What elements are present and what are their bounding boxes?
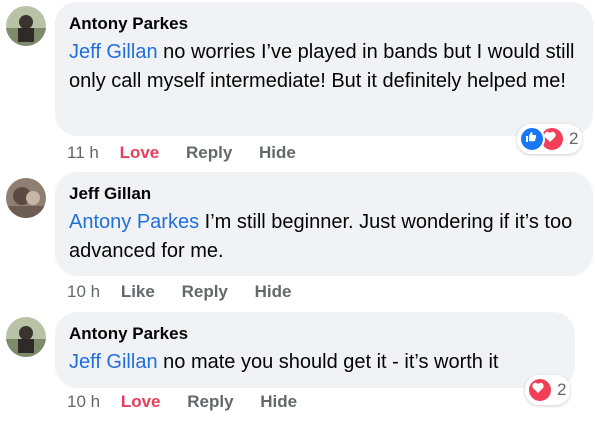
reaction-count: 2 xyxy=(557,380,567,399)
reaction-summary[interactable]: 2 xyxy=(525,375,571,405)
comment-body: no mate you should get it - it’s worth i… xyxy=(157,351,499,373)
comment-bubble: Jeff Gillan Antony Parkes I’m still begi… xyxy=(55,172,593,276)
reply-button[interactable]: Reply xyxy=(186,143,232,162)
mention-link[interactable]: Antony Parkes xyxy=(69,211,199,233)
reply-button[interactable]: Reply xyxy=(187,392,233,411)
comment-text: Jeff Gillan no worries I’ve played in ba… xyxy=(69,38,579,96)
comment-bubble: Antony Parkes Jeff Gillan no worries I’v… xyxy=(55,2,593,136)
avatar[interactable] xyxy=(6,6,46,46)
reaction-summary[interactable]: 2 xyxy=(517,124,583,154)
love-button[interactable]: Love xyxy=(121,392,161,411)
hide-button[interactable]: Hide xyxy=(259,143,296,162)
comment-bubble: Antony Parkes Jeff Gillan no mate you sh… xyxy=(55,312,575,388)
love-button[interactable]: Love xyxy=(120,143,160,162)
comment-author[interactable]: Jeff Gillan xyxy=(69,184,579,204)
comment-text: Antony Parkes I’m still beginner. Just w… xyxy=(69,208,579,266)
comment-timestamp[interactable]: 10 h xyxy=(67,282,100,301)
comment-actions: 10 h Like Reply Hide xyxy=(67,282,313,302)
comment-actions: 10 h Love Reply Hide xyxy=(67,392,319,412)
comment-author[interactable]: Antony Parkes xyxy=(69,14,579,34)
hide-button[interactable]: Hide xyxy=(260,392,297,411)
reaction-count: 2 xyxy=(569,129,579,148)
like-button[interactable]: Like xyxy=(121,282,155,301)
comment-actions: 11 h Love Reply Hide xyxy=(67,143,318,163)
hide-button[interactable]: Hide xyxy=(255,282,292,301)
reply-button[interactable]: Reply xyxy=(182,282,228,301)
love-icon xyxy=(527,377,553,403)
comment-text: Jeff Gillan no mate you should get it - … xyxy=(69,348,561,377)
like-icon xyxy=(519,126,545,152)
comment-author[interactable]: Antony Parkes xyxy=(69,324,561,344)
comment-timestamp[interactable]: 10 h xyxy=(67,392,100,411)
mention-link[interactable]: Jeff Gillan xyxy=(69,351,158,373)
comment-timestamp[interactable]: 11 h xyxy=(67,143,99,162)
mention-link[interactable]: Jeff Gillan xyxy=(69,41,158,63)
avatar[interactable] xyxy=(6,317,46,357)
avatar[interactable] xyxy=(6,178,46,218)
